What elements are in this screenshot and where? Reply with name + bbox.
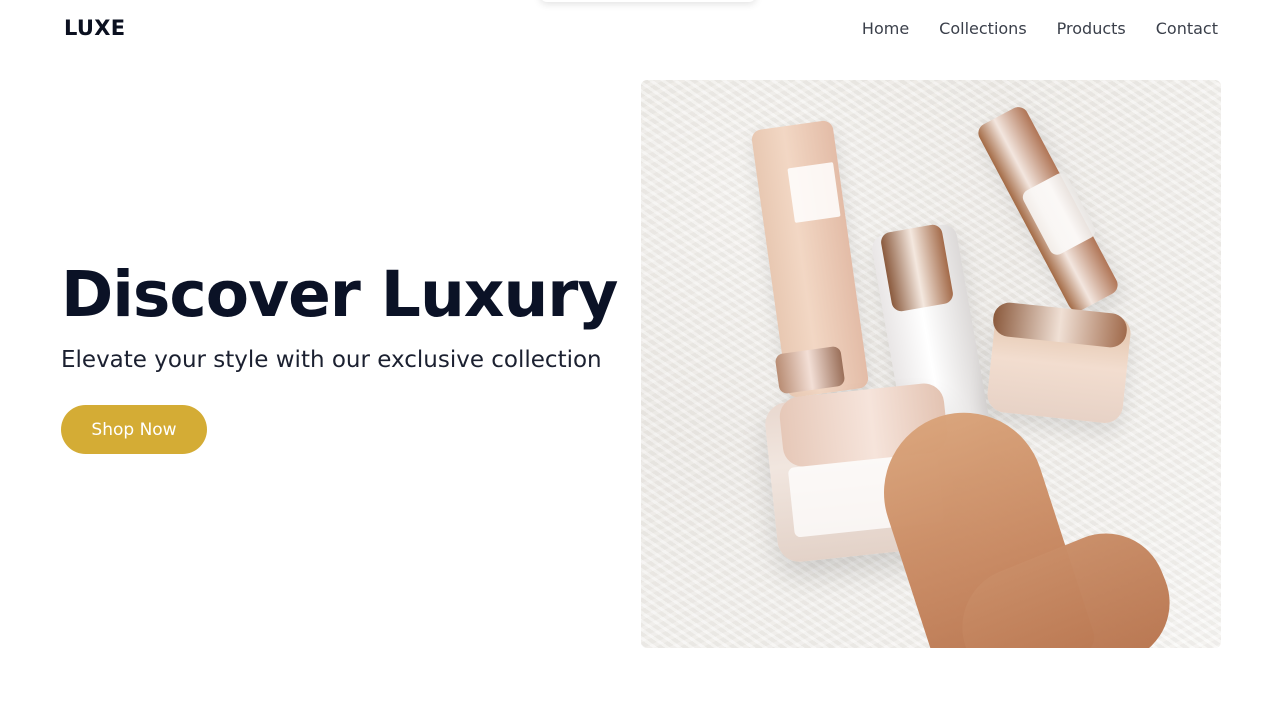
nav-collections[interactable]: Collections [939,19,1026,39]
hero-title: Discover Luxury [61,258,618,331]
hero-subtitle: Elevate your style with our exclusive co… [61,347,602,373]
hero-content: Discover Luxury Elevate your style with … [61,250,641,454]
shop-now-button[interactable]: Shop Now [61,405,207,454]
nav-home[interactable]: Home [862,19,909,39]
main-nav: Home Collections Products Contact [862,19,1218,39]
nav-products[interactable]: Products [1057,19,1126,39]
product-tube-label [787,162,841,223]
hero-image [641,80,1221,648]
site-header: LUXE Home Collections Products Contact [0,0,1280,60]
landing-page: LUXE Home Collections Products Contact D… [0,0,1280,728]
nav-contact[interactable]: Contact [1156,19,1218,39]
brand-logo[interactable]: LUXE [64,16,125,40]
